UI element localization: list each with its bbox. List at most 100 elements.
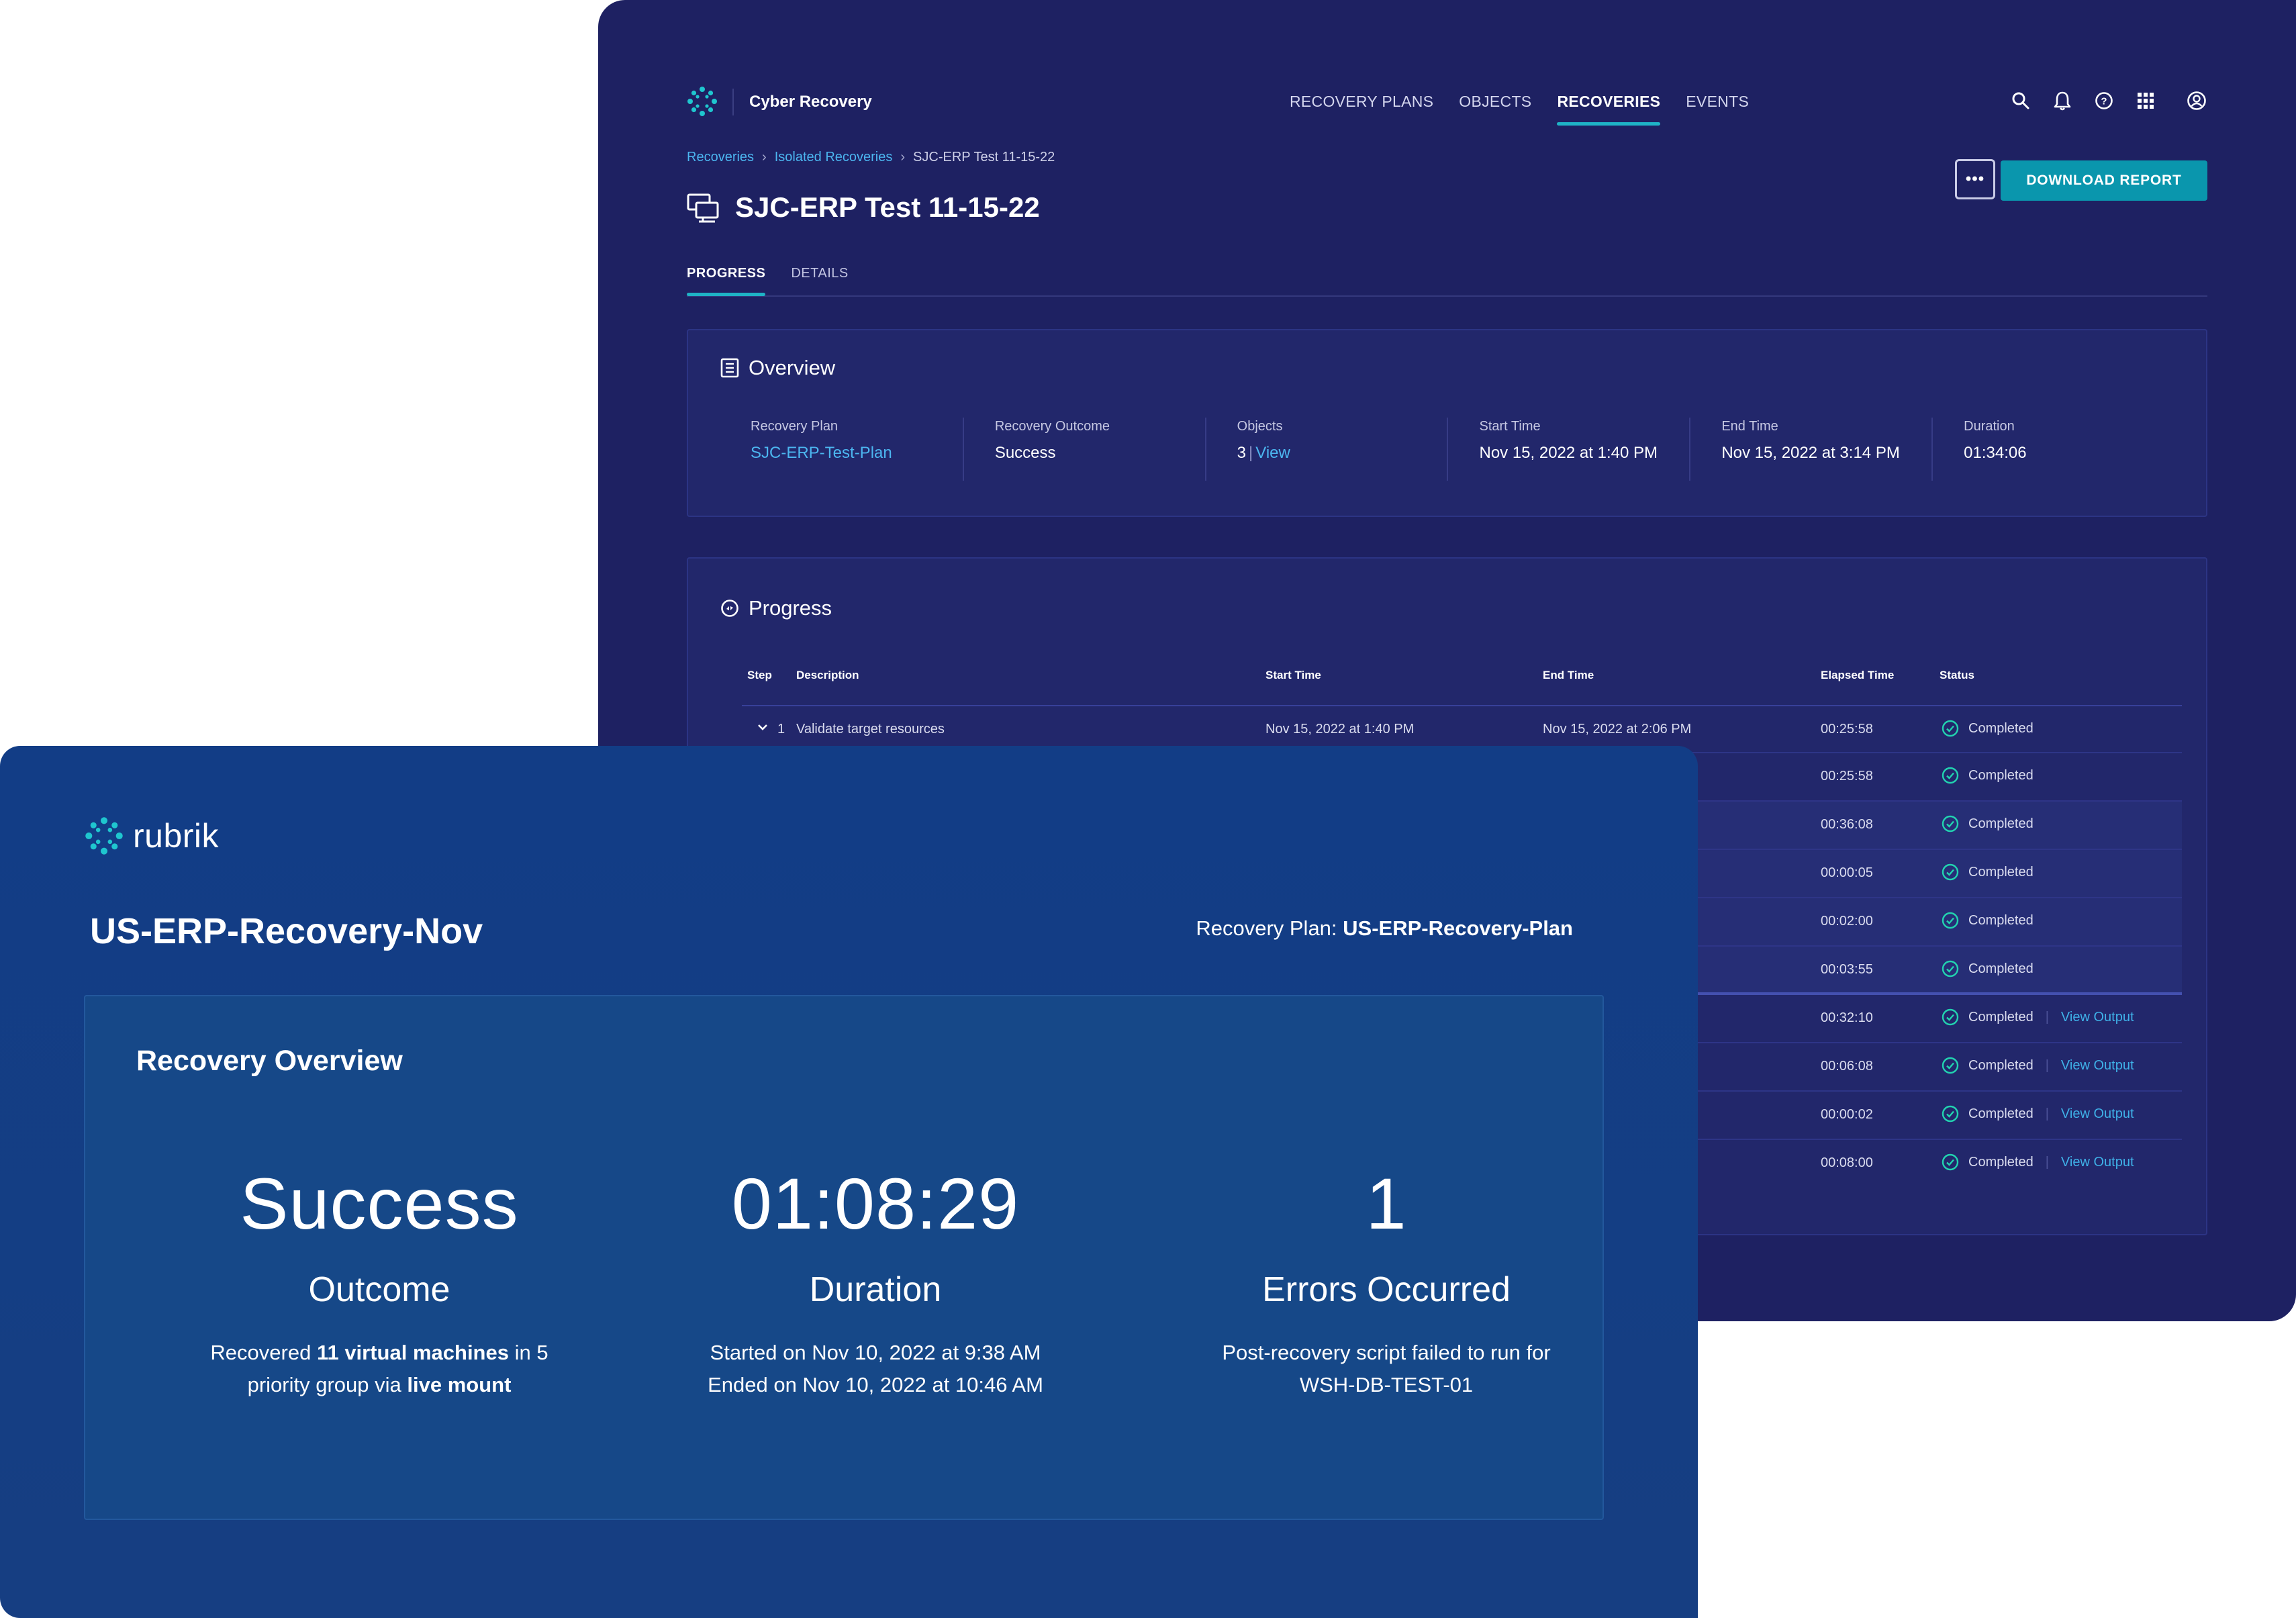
progress-title: Progress [749,596,832,620]
col-status[interactable]: Status [1940,669,1974,682]
stat-errors: 1 Errors Occurred Post-recovery script f… [1151,1168,1621,1401]
page-tabs: PROGRESS DETAILS [687,263,2207,297]
field-value: 3 | View [1237,444,1447,463]
svg-text:?: ? [2101,96,2107,107]
check-circle-icon [1942,863,1959,881]
desc-text: priority group via [247,1373,408,1396]
errors-description: Post-recovery script failed to run for W… [1151,1337,1621,1401]
apps-grid-icon[interactable] [2135,90,2156,111]
check-circle-icon [1942,912,1959,929]
step-status: Completed | View Output [1942,1153,2134,1171]
top-icons: ? [2010,90,2207,111]
col-start-time[interactable]: Start Time [1265,669,1321,682]
report-title: US-ERP-Recovery-Nov [90,911,483,951]
field-value: Nov 15, 2022 at 1:40 PM [1479,444,1658,462]
col-step[interactable]: Step [747,669,772,682]
check-circle-icon [1942,720,1959,737]
check-circle-icon [1942,767,1959,784]
view-output-link[interactable]: View Output [2061,1058,2134,1074]
chevron-down-icon[interactable] [755,720,770,734]
nav-recovery-plans[interactable]: RECOVERY PLANS [1290,85,1433,129]
rubrik-logo-icon[interactable] [687,86,718,117]
step-description: Validate target resources [796,722,945,736]
view-output-link[interactable]: View Output [2061,1010,2134,1025]
check-circle-icon [1942,815,1959,832]
col-elapsed-time[interactable]: Elapsed Time [1821,669,1894,682]
objects-view-link[interactable]: View [1255,444,1290,462]
objects-count: 3 [1237,444,1247,462]
field-label: Recovery Plan [751,419,839,434]
check-circle-icon [1942,1008,1959,1026]
progress-table-header: Step Description Start Time End Time Ela… [742,665,2182,692]
divider: | [2045,1057,2049,1073]
outcome-label: Outcome [308,1270,450,1309]
divider: | [2045,1009,2049,1025]
rubrik-logo: rubrik [85,816,219,855]
outcome-description: Recovered 11 virtual machines in 5 prior… [144,1337,614,1401]
stat-duration: 01:08:29 Duration Started on Nov 10, 202… [640,1168,1110,1401]
duration-description: Started on Nov 10, 2022 at 9:38 AM Ended… [640,1337,1110,1401]
list-document-icon [720,358,739,378]
recovery-overview-box: Recovery Overview Success Outcome Recove… [84,995,1604,1520]
breadcrumb-current: SJC-ERP Test 11-15-22 [913,150,1055,164]
duration-label: Duration [809,1270,942,1309]
step-status: Completed | View Output [1942,1008,2134,1026]
divider: | [2045,1154,2049,1170]
nav-objects[interactable]: OBJECTS [1459,85,1531,129]
breadcrumb-isolated-recoveries[interactable]: Isolated Recoveries [775,150,893,165]
divider: | [2045,1106,2049,1121]
recovery-report-card: rubrik US-ERP-Recovery-Nov Recovery Plan… [0,746,1698,1618]
search-icon[interactable] [2010,90,2031,111]
status-text: Completed [1968,1106,2034,1121]
account-icon[interactable] [2186,90,2207,111]
check-circle-icon [1942,1105,1959,1123]
divider: | [1249,444,1253,462]
nav-events[interactable]: EVENTS [1686,85,1749,129]
step-start-time: Nov 15, 2022 at 1:40 PM [1265,722,1415,736]
desc-text: Recovered [210,1341,317,1364]
recovery-plan-link[interactable]: SJC-ERP-Test-Plan [751,444,963,463]
field-value: Success [994,444,1056,462]
desc-text: Started on Nov 10, 2022 at 9:38 AM [710,1341,1041,1364]
field-label: Duration [1964,419,2015,434]
tab-progress[interactable]: PROGRESS [687,263,766,296]
help-icon[interactable]: ? [2093,90,2115,111]
more-actions-button[interactable]: ••• [1955,159,1995,199]
step-elapsed: 00:03:55 [1821,962,1873,977]
step-number: 1 [777,722,785,736]
page-title: SJC-ERP Test 11-15-22 [735,191,1040,223]
col-description[interactable]: Description [796,669,859,682]
status-text: Completed [1968,864,2034,879]
tab-details[interactable]: DETAILS [791,263,848,295]
desc-text: Ended on Nov 10, 2022 at 10:46 AM [708,1373,1043,1396]
bell-icon[interactable] [2052,90,2073,111]
overview-field-objects: Objects 3 | View [1204,418,1447,481]
field-value: Nov 15, 2022 at 3:14 PM [1721,444,1900,462]
page-header: SJC-ERP Test 11-15-22 [687,191,1040,224]
status-text: Completed [1968,720,2034,736]
view-output-link[interactable]: View Output [2061,1106,2134,1122]
view-output-link[interactable]: View Output [2061,1155,2134,1170]
field-value: 01:34:06 [1964,444,2027,462]
duration-value: 01:08:29 [731,1163,1020,1244]
status-text: Completed [1968,1009,2034,1025]
status-text: Completed [1968,1057,2034,1073]
desc-bold: 11 virtual machines [316,1341,509,1364]
progress-circle-icon [721,600,738,617]
step-status: Completed [1942,863,2034,881]
step-elapsed: 00:32:10 [1821,1010,1873,1025]
step-status: Completed [1942,767,2034,784]
download-report-button[interactable]: DOWNLOAD REPORT [2001,160,2207,201]
nav-recoveries[interactable]: RECOVERIES [1557,85,1661,129]
status-text: Completed [1968,961,2034,976]
step-elapsed: 00:36:08 [1821,817,1873,832]
overview-heading: Overview [720,356,835,380]
col-end-time[interactable]: End Time [1543,669,1594,682]
breadcrumb-recoveries[interactable]: Recoveries [687,150,754,165]
overview-field-end-time: End Time Nov 15, 2022 at 3:14 PM [1689,418,1931,481]
desc-text: Post-recovery script failed to run for [1222,1341,1551,1364]
chevron-right-icon: › [900,150,906,164]
progress-heading: Progress [720,596,832,620]
logo-divider [732,89,734,115]
step-end-time: Nov 15, 2022 at 2:06 PM [1543,722,1692,736]
